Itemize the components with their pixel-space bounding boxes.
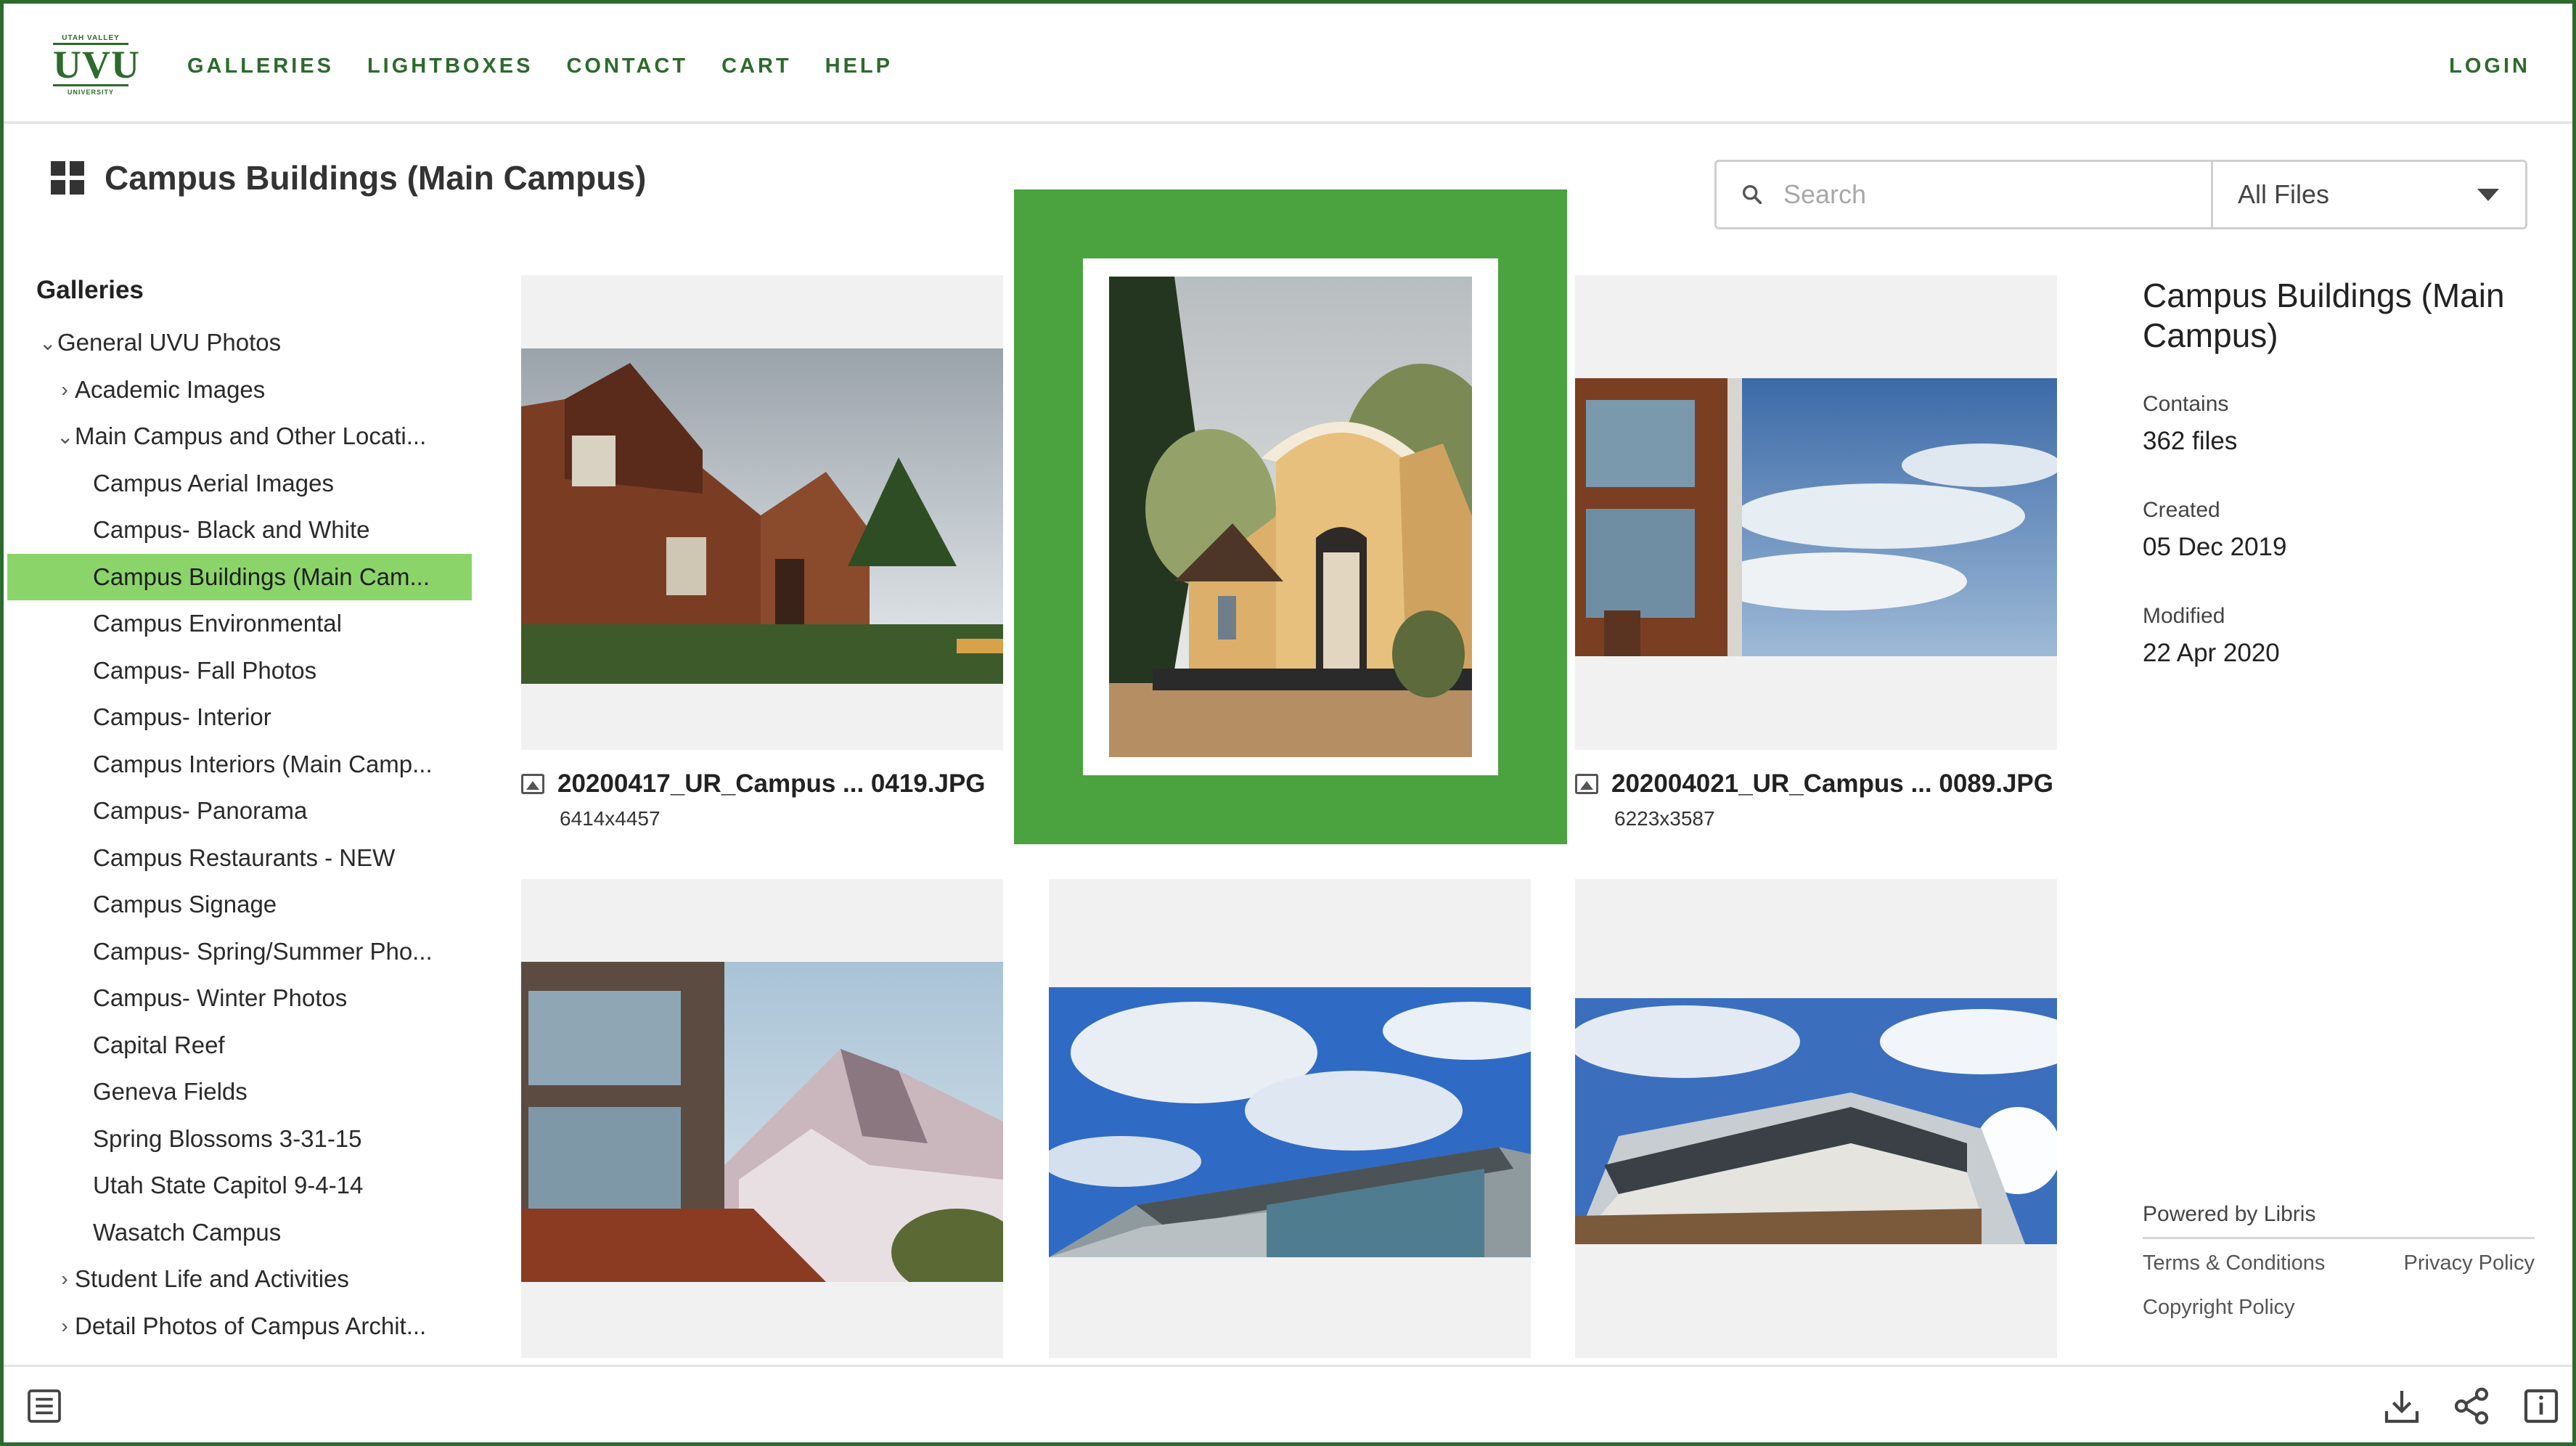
sidebar-item-student-life[interactable]: › Student Life and Activities <box>7 1256 472 1303</box>
sidebar-item-wasatch-campus[interactable]: Wasatch Campus <box>7 1209 472 1257</box>
nav-contact[interactable]: CONTACT <box>566 54 688 78</box>
file-dimensions: 6414x4457 <box>560 807 661 830</box>
chevron-right-icon[interactable]: › <box>57 1267 73 1291</box>
nav-galleries[interactable]: GALLERIES <box>187 54 334 78</box>
uvu-logo[interactable]: UTAH VALLEY UVU UNIVERSITY <box>53 34 140 99</box>
sidebar-item-campus-panorama[interactable]: Campus- Panorama <box>7 788 472 835</box>
top-navigation-bar: UTAH VALLEY UVU UNIVERSITY GALLERIES LIG… <box>4 4 2572 124</box>
sidebar-item-campus-interior[interactable]: Campus- Interior <box>7 694 472 741</box>
photo-thumbnail[interactable] <box>1109 277 1472 757</box>
footer-links: Terms & Conditions Privacy Policy Copyri… <box>2143 1251 2535 1340</box>
sidebar-item-general-uvu-photos[interactable]: ⌄ General UVU Photos <box>7 319 472 367</box>
search-icon <box>1742 184 1762 205</box>
modified-value: 22 Apr 2020 <box>2143 639 2280 667</box>
sidebar-item-campus-spring-summer[interactable]: Campus- Spring/Summer Pho... <box>7 928 472 976</box>
created-value: 05 Dec 2019 <box>2143 533 2287 561</box>
sidebar-item-geneva-fields[interactable]: Geneva Fields <box>7 1069 472 1116</box>
created-label: Created <box>2143 498 2220 522</box>
list-icon[interactable] <box>24 1386 65 1426</box>
image-icon <box>1575 774 1598 794</box>
chevron-down-icon[interactable]: ⌄ <box>39 331 56 355</box>
gallery-info-panel: Campus Buildings (Main Campus) Contains … <box>2143 276 2549 710</box>
file-type-value: All Files <box>2238 179 2330 209</box>
file-type-dropdown[interactable]: All Files <box>2213 162 2525 227</box>
tile-caption[interactable]: 20200417_UR_Campus ... 0419.JPG <box>521 769 986 798</box>
sidebar-item-capital-reef[interactable]: Capital Reef <box>7 1022 472 1069</box>
search-bar: All Files <box>1714 160 2527 229</box>
tile-caption[interactable]: 202004021_UR_Campus ... 0089.JPG <box>1575 769 2053 798</box>
caret-down-icon <box>2477 188 2499 201</box>
sidebar-item-academic-images[interactable]: › Academic Images <box>7 367 472 414</box>
sidebar-item-campus-restaurants[interactable]: Campus Restaurants - NEW <box>7 835 472 882</box>
sidebar-item-campus-aerial[interactable]: Campus Aerial Images <box>7 460 472 507</box>
main-nav: GALLERIES LIGHTBOXES CONTACT CART HELP <box>187 54 893 78</box>
galleries-sidebar: Galleries ⌄ General UVU Photos › Academic … <box>7 276 472 1349</box>
logo-bottom-text: UNIVERSITY <box>67 89 114 96</box>
logo-mark: UVU <box>53 43 140 86</box>
photo-thumbnail[interactable] <box>521 348 1003 684</box>
privacy-link[interactable]: Privacy Policy <box>2404 1251 2535 1275</box>
page-title: Campus Buildings (Main Campus) <box>105 159 647 197</box>
copyright-link[interactable]: Copyright Policy <box>2143 1296 2295 1320</box>
terms-link[interactable]: Terms & Conditions <box>2143 1251 2325 1275</box>
chevron-down-icon[interactable]: ⌄ <box>57 425 73 449</box>
info-title: Campus Buildings (Main Campus) <box>2143 277 2505 354</box>
file-name[interactable]: 202004021_UR_Campus ... 0089.JPG <box>1611 769 2053 798</box>
sidebar-item-campus-buildings[interactable]: Campus Buildings (Main Cam... <box>7 553 472 600</box>
nav-help[interactable]: HELP <box>825 54 893 78</box>
bottom-toolbar <box>4 1365 2572 1442</box>
photo-thumbnail[interactable] <box>521 962 1003 1282</box>
selected-tile[interactable] <box>1083 258 1498 775</box>
download-icon[interactable] <box>2381 1386 2422 1426</box>
contains-value: 362 files <box>2143 427 2238 455</box>
logo-top-text: UTAH VALLEY <box>62 34 120 42</box>
title-row: Campus Buildings (Main Campus) <box>51 158 646 197</box>
grid-icon <box>51 161 84 195</box>
sidebar-item-main-campus[interactable]: ⌄ Main Campus and Other Locati... <box>7 413 472 460</box>
photo-thumbnail[interactable] <box>1049 987 1531 1257</box>
sidebar-heading: Galleries <box>36 276 144 304</box>
sidebar-item-campus-winter[interactable]: Campus- Winter Photos <box>7 975 472 1022</box>
share-icon[interactable] <box>2451 1386 2492 1426</box>
modified-label: Modified <box>2143 604 2225 628</box>
photo-thumbnail[interactable] <box>1575 378 2057 656</box>
sidebar-item-campus-signage[interactable]: Campus Signage <box>7 881 472 928</box>
search-field[interactable] <box>1717 162 2213 227</box>
nav-lightboxes[interactable]: LIGHTBOXES <box>367 54 533 78</box>
nav-cart[interactable]: CART <box>721 54 792 78</box>
powered-by[interactable]: Powered by Libris <box>2143 1202 2535 1239</box>
sidebar-item-campus-black-white[interactable]: Campus- Black and White <box>7 507 472 554</box>
contains-label: Contains <box>2143 392 2229 416</box>
image-icon <box>521 774 544 794</box>
sidebar-item-detail-photos[interactable]: › Detail Photos of Campus Archit... <box>7 1303 472 1350</box>
file-dimensions: 6223x3587 <box>1614 807 1715 830</box>
chevron-right-icon[interactable]: › <box>57 378 73 401</box>
file-name[interactable]: 20200417_UR_Campus ... 0419.JPG <box>557 769 986 798</box>
login-link[interactable]: LOGIN <box>2449 54 2530 78</box>
info-icon[interactable] <box>2521 1386 2561 1426</box>
sidebar-item-campus-environmental[interactable]: Campus Environmental <box>7 600 472 648</box>
selected-tile-highlight[interactable] <box>1014 189 1567 844</box>
sidebar-item-utah-state-capitol[interactable]: Utah State Capitol 9-4-14 <box>7 1162 472 1209</box>
sidebar-item-campus-interiors-main[interactable]: Campus Interiors (Main Camp... <box>7 741 472 788</box>
photo-thumbnail[interactable] <box>1575 998 2057 1244</box>
chevron-right-icon[interactable]: › <box>57 1315 73 1338</box>
sidebar-item-spring-blossoms[interactable]: Spring Blossoms 3-31-15 <box>7 1116 472 1163</box>
sidebar-item-campus-fall[interactable]: Campus- Fall Photos <box>7 648 472 695</box>
search-input[interactable] <box>1783 179 2175 210</box>
